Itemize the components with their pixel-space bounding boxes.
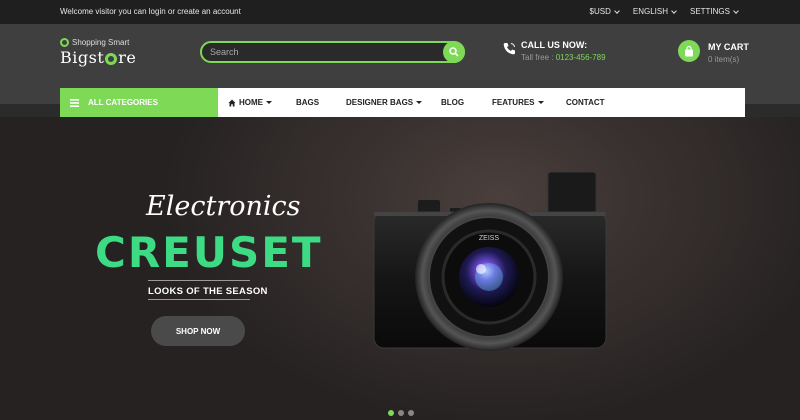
call-subline: Tall free : 0123-456-789 [521, 53, 606, 62]
caret-down-icon [537, 101, 544, 104]
logo[interactable]: Shopping Smart Bigst re [60, 38, 136, 67]
logo-name-right: re [118, 48, 137, 67]
phone-icon [503, 43, 515, 55]
nav-item-home[interactable]: HOME [228, 98, 272, 107]
nav-item-label: HOME [239, 98, 263, 107]
hero-script-title: Electronics [146, 191, 301, 222]
nav-item-features[interactable]: FEATURES [492, 98, 544, 107]
hero-subtitle: LOOKS OF THE SEASON [148, 286, 268, 297]
search-bar [200, 41, 465, 63]
slider-dot-2[interactable] [398, 410, 404, 416]
logo-o-icon [105, 53, 118, 65]
language-label: ENGLISH [632, 7, 668, 16]
all-categories-button[interactable]: ALL CATEGORIES [60, 88, 218, 117]
phone-number[interactable]: 0123-456-789 [556, 53, 606, 62]
shop-now-button[interactable]: SHOP NOW [151, 316, 245, 346]
call-title: CALL US NOW: [521, 40, 588, 50]
cart-button[interactable] [678, 40, 700, 62]
nav-item-label: FEATURES [492, 98, 535, 107]
hero-divider-bottom [148, 299, 250, 300]
caret-down-icon [266, 101, 272, 104]
currency-selector[interactable]: $USD [589, 7, 620, 16]
main-nav: ALL CATEGORIES HOME BAGS DESIGNER BAGS B… [60, 88, 745, 117]
search-button[interactable] [443, 41, 465, 63]
nav-item-label: CONTACT [566, 98, 605, 107]
top-bar: Welcome visitor you can login or create … [0, 0, 800, 24]
caret-down-icon [416, 101, 423, 104]
camera-image: ZEISS [373, 172, 607, 351]
language-selector[interactable]: ENGLISH [632, 7, 677, 16]
top-options: $USD ENGLISH SETTINGS [589, 7, 739, 16]
nav-item-label: DESIGNER BAGS [346, 98, 414, 107]
search-icon [449, 47, 459, 57]
all-categories-label: ALL CATEGORIES [88, 98, 158, 107]
nav-item-designer-bags[interactable]: DESIGNER BAGS [346, 98, 423, 107]
settings-label: SETTINGS [689, 7, 730, 16]
menu-icon [70, 98, 79, 107]
logo-tagline: Shopping Smart [72, 38, 130, 47]
call-label: Tall free : [521, 53, 554, 62]
cart-count: 0 item(s) [708, 55, 740, 64]
nav-item-contact[interactable]: CONTACT [566, 98, 605, 107]
logo-name-left: Bigst [60, 48, 105, 67]
logo-name: Bigst re [60, 48, 136, 67]
currency-label: $USD [589, 7, 611, 16]
logo-ring-icon [60, 38, 69, 47]
chevron-down-icon [671, 7, 677, 14]
hero-slider: Electronics CREUSET LOOKS OF THE SEASON … [0, 117, 800, 420]
slider-dot-3[interactable] [408, 410, 414, 416]
hero-title: CREUSET [95, 228, 323, 277]
hero-divider-top [148, 280, 250, 281]
home-icon [228, 99, 236, 106]
nav-item-label: BLOG [441, 98, 465, 107]
slider-dot-1[interactable] [388, 410, 394, 416]
nav-item-label: BAGS [296, 98, 320, 107]
search-input[interactable] [210, 44, 435, 60]
chevron-down-icon [733, 7, 739, 14]
nav-item-bags[interactable]: BAGS [296, 98, 319, 107]
lens-brand: ZEISS [479, 235, 500, 242]
nav-item-blog[interactable]: BLOG [441, 98, 464, 107]
shopping-bag-icon [685, 45, 693, 56]
logo-tagline-row: Shopping Smart [60, 38, 136, 47]
cart-title: MY CART [708, 42, 749, 52]
welcome-text: Welcome visitor you can login or create … [60, 7, 241, 16]
chevron-down-icon [614, 7, 620, 14]
slider-dots [388, 410, 414, 416]
settings-selector[interactable]: SETTINGS [689, 7, 739, 16]
